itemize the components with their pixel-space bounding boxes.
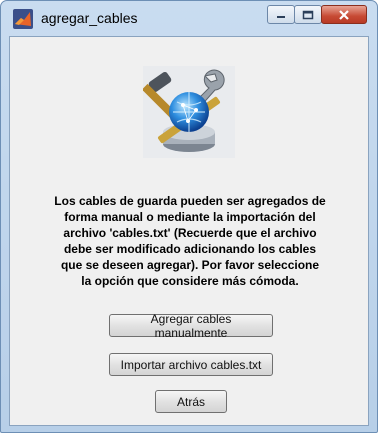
message-line: Los cables de guarda pueden ser agregado… <box>54 194 326 208</box>
window-title: agregar_cables <box>41 10 138 26</box>
message-line: forma manual o mediante la importación d… <box>64 210 316 224</box>
import-cables-file-button[interactable]: Importar archivo cables.txt <box>109 353 273 376</box>
message-line: que se deseen agregar). Por favor selecc… <box>60 258 320 272</box>
add-cables-manually-button[interactable]: Agregar cables manualmente <box>109 312 273 340</box>
minimize-icon <box>277 15 285 18</box>
tools-network-globe-icon <box>143 66 235 158</box>
dialog-content: Los cables de guarda pueden ser agregado… <box>9 36 369 426</box>
title-bar[interactable]: agregar_cables <box>1 1 377 35</box>
close-button[interactable] <box>321 5 367 24</box>
message-line: archivo 'cables.txt' (Recuerde que el ar… <box>63 226 317 240</box>
maximize-button[interactable] <box>294 5 322 24</box>
dialog-window: agregar_cables Los cables de guarda pued… <box>0 0 378 433</box>
minimize-button[interactable] <box>267 5 295 24</box>
back-button[interactable]: Atrás <box>155 390 227 413</box>
maximize-icon <box>302 10 314 19</box>
instructions-text: Los cables de guarda pueden ser agregado… <box>22 193 358 289</box>
close-icon <box>339 9 349 20</box>
matlab-app-icon <box>13 9 33 29</box>
message-line: la opción que considere más cómoda. <box>81 274 299 288</box>
message-line: debe ser modificado adicionando los cabl… <box>63 242 317 256</box>
